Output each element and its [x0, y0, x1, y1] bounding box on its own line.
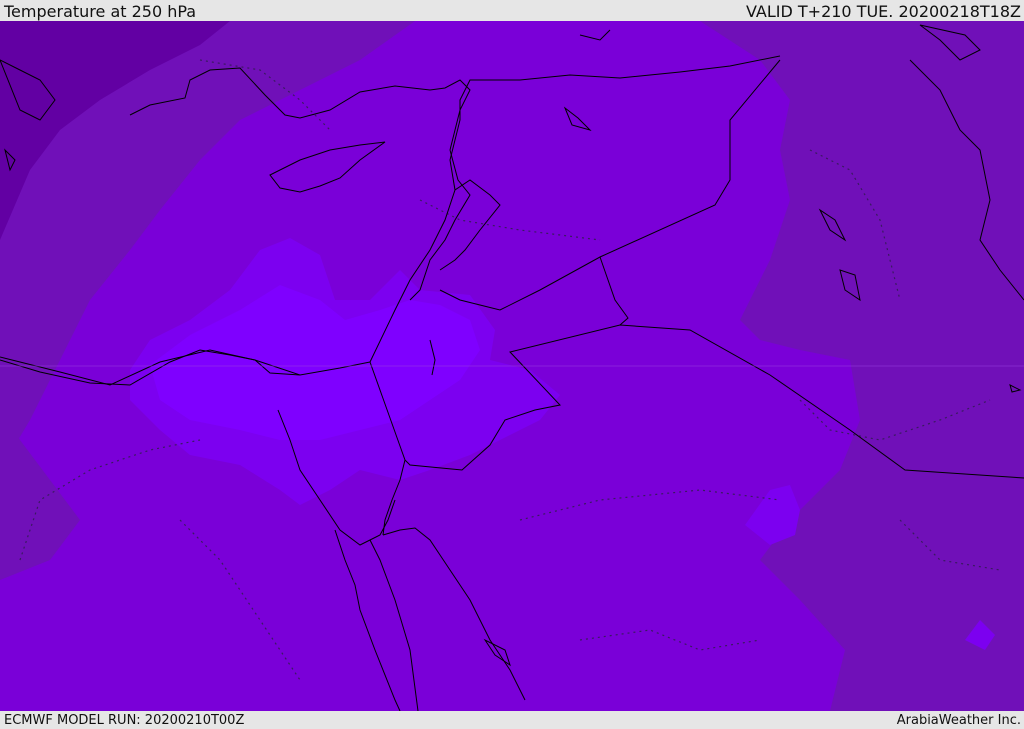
map-title: Temperature at 250 hPa — [4, 2, 197, 21]
map-canvas — [0, 21, 1024, 711]
valid-time: VALID T+210 TUE. 20200218T18Z — [745, 2, 1021, 21]
credit-text: ArabiaWeather Inc. — [896, 713, 1021, 728]
model-run: ECMWF MODEL RUN: 20200210T00Z — [4, 713, 245, 728]
header-bar: Temperature at 250 hPa VALID T+210 TUE. … — [0, 0, 1024, 21]
temperature-map[interactable] — [0, 21, 1024, 711]
footer-bar: ECMWF MODEL RUN: 20200210T00Z ArabiaWeat… — [0, 711, 1024, 729]
